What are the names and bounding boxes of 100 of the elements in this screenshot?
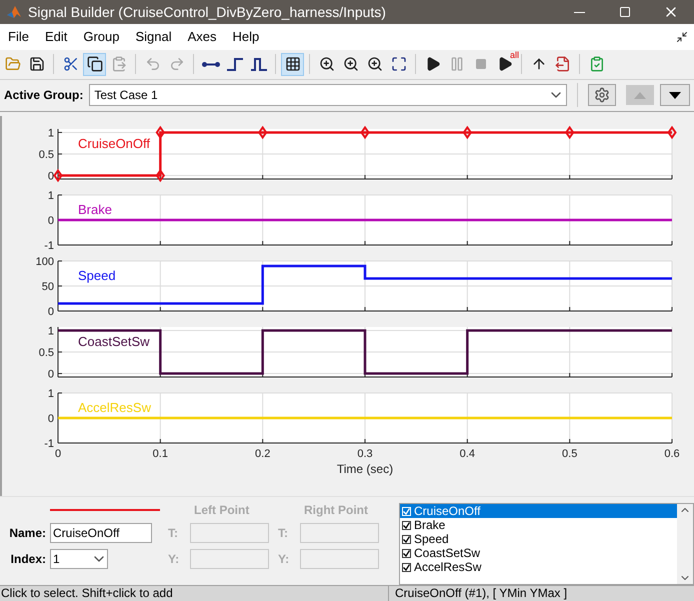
y-tick-label: 1 bbox=[48, 388, 54, 400]
stop-icon bbox=[474, 58, 486, 70]
triangle-down-icon bbox=[669, 92, 681, 99]
signal-name-label: Speed bbox=[78, 268, 116, 283]
signal-name-label: Brake bbox=[78, 202, 112, 217]
y-tick-label: 50 bbox=[42, 280, 54, 293]
maximize-icon bbox=[619, 6, 631, 18]
menu-item[interactable]: Edit bbox=[38, 27, 74, 47]
y-tick-label: 0 bbox=[48, 306, 54, 318]
signal-line[interactable] bbox=[58, 264, 672, 305]
point-marker[interactable] bbox=[564, 126, 574, 139]
copy-icon bbox=[86, 56, 102, 72]
signal-list-item[interactable]: CruiseOnOff bbox=[400, 504, 677, 518]
export-icon bbox=[554, 56, 570, 72]
window-title: Signal Builder (CruiseControl_DivByZero_harness/Inputs) bbox=[28, 2, 387, 22]
signal-name-label: CruiseOnOff bbox=[78, 136, 150, 151]
menu-item[interactable]: Signal bbox=[130, 27, 178, 47]
point-marker[interactable] bbox=[156, 168, 166, 182]
triangle-up-icon bbox=[634, 92, 646, 99]
y-tick-label: -1 bbox=[44, 438, 54, 450]
signal-name-label: CoastSetSw bbox=[78, 334, 150, 349]
field-label: Y: bbox=[168, 551, 180, 568]
x-tick-label: 0.5 bbox=[562, 448, 578, 460]
line-segment-icon bbox=[202, 62, 220, 67]
pulse-icon bbox=[250, 56, 268, 72]
point-marker[interactable] bbox=[156, 126, 166, 139]
grid-icon bbox=[284, 56, 300, 72]
point-marker[interactable] bbox=[462, 126, 472, 139]
status-message: Click to select. Shift+click to add bbox=[0, 586, 174, 601]
checkbox[interactable] bbox=[402, 548, 411, 558]
point-marker[interactable] bbox=[53, 168, 63, 182]
signal-list-item[interactable]: AccelResSw bbox=[400, 560, 677, 574]
x-tick-label: 0.4 bbox=[460, 448, 475, 460]
x-tick-label: 0 bbox=[54, 448, 62, 460]
menu-item[interactable]: Axes bbox=[182, 27, 223, 47]
name-label: Name: bbox=[8, 525, 46, 542]
settings-icon bbox=[594, 87, 610, 104]
app-logo-icon bbox=[6, 4, 22, 20]
point-title: Right Point bbox=[303, 503, 369, 517]
toolbar-button[interactable]: all bbox=[493, 52, 516, 76]
field-label: T: bbox=[278, 525, 289, 542]
y-tick-label: 0 bbox=[48, 368, 54, 380]
settings-button[interactable] bbox=[588, 84, 616, 106]
zoom-icon bbox=[318, 56, 334, 72]
move-down-button[interactable] bbox=[660, 84, 690, 106]
play-icon bbox=[424, 56, 440, 72]
name-field[interactable]: CruiseOnOff bbox=[50, 523, 152, 543]
folder-icon bbox=[4, 56, 20, 72]
x-tick-label: 0.3 bbox=[357, 448, 373, 460]
scissors-icon bbox=[62, 56, 78, 72]
checkbox[interactable] bbox=[402, 520, 411, 530]
x-tick-label: 0.2 bbox=[255, 448, 270, 460]
signal-list-item[interactable]: CoastSetSw bbox=[400, 546, 677, 560]
x-tick-label: 0.1 bbox=[152, 448, 168, 460]
y-tick-label: 1 bbox=[48, 127, 54, 140]
y-tick-label: 1 bbox=[48, 190, 54, 202]
checkbox[interactable] bbox=[402, 534, 411, 544]
y-tick-label: -1 bbox=[44, 240, 54, 252]
point-marker[interactable] bbox=[258, 126, 268, 139]
field-label: Y: bbox=[278, 551, 290, 568]
menu-item[interactable]: Help bbox=[226, 27, 266, 47]
group-dropdown[interactable]: Test Case 1 bbox=[89, 84, 568, 106]
badge-text: all bbox=[510, 50, 519, 60]
undock-icon[interactable] bbox=[676, 30, 688, 43]
point-marker[interactable] bbox=[667, 126, 677, 139]
fit-icon bbox=[390, 56, 406, 72]
checkbox[interactable] bbox=[402, 562, 411, 572]
toolbar-button[interactable] bbox=[83, 52, 106, 76]
redo-icon bbox=[168, 56, 184, 72]
save-icon bbox=[28, 56, 44, 72]
index-dropdown[interactable]: 1 bbox=[50, 549, 108, 569]
x-axis-label: Time (sec) bbox=[336, 462, 394, 476]
index-label: Index: bbox=[10, 551, 46, 568]
clipboard-icon bbox=[110, 56, 126, 72]
point-marker[interactable] bbox=[360, 126, 370, 139]
zoom-icon bbox=[366, 56, 382, 72]
field-label: T: bbox=[168, 525, 179, 542]
y-tick-label: 1 bbox=[48, 325, 54, 338]
step-icon bbox=[226, 56, 244, 72]
point-title: Left Point bbox=[193, 503, 250, 517]
y-tick-label: 0 bbox=[48, 170, 54, 182]
active-group-label: Active Group: bbox=[4, 87, 84, 104]
status-selection: CruiseOnOff (#1), [ YMin YMax ] bbox=[388, 586, 694, 601]
y-tick-label: 0 bbox=[48, 214, 54, 227]
menu-item[interactable]: Group bbox=[77, 27, 126, 47]
y-tick-label: 0.5 bbox=[38, 148, 54, 161]
x-tick-label: 0.6 bbox=[664, 448, 680, 460]
signal-list-item[interactable]: Speed bbox=[400, 532, 677, 546]
checklist-icon bbox=[588, 56, 604, 72]
zoom-icon bbox=[342, 56, 358, 72]
signal-name-label: AccelResSw bbox=[78, 400, 151, 415]
y-tick-label: 0 bbox=[48, 412, 54, 425]
menu-item[interactable]: File bbox=[2, 27, 35, 47]
toolbar-button[interactable] bbox=[281, 52, 304, 76]
pause-icon bbox=[448, 56, 464, 72]
signal-list-item[interactable]: Brake bbox=[400, 518, 677, 532]
y-tick-label: 0.5 bbox=[38, 346, 54, 359]
scrollbar[interactable] bbox=[677, 504, 693, 584]
undo-icon bbox=[144, 56, 160, 72]
y-tick-label: 100 bbox=[36, 256, 54, 268]
